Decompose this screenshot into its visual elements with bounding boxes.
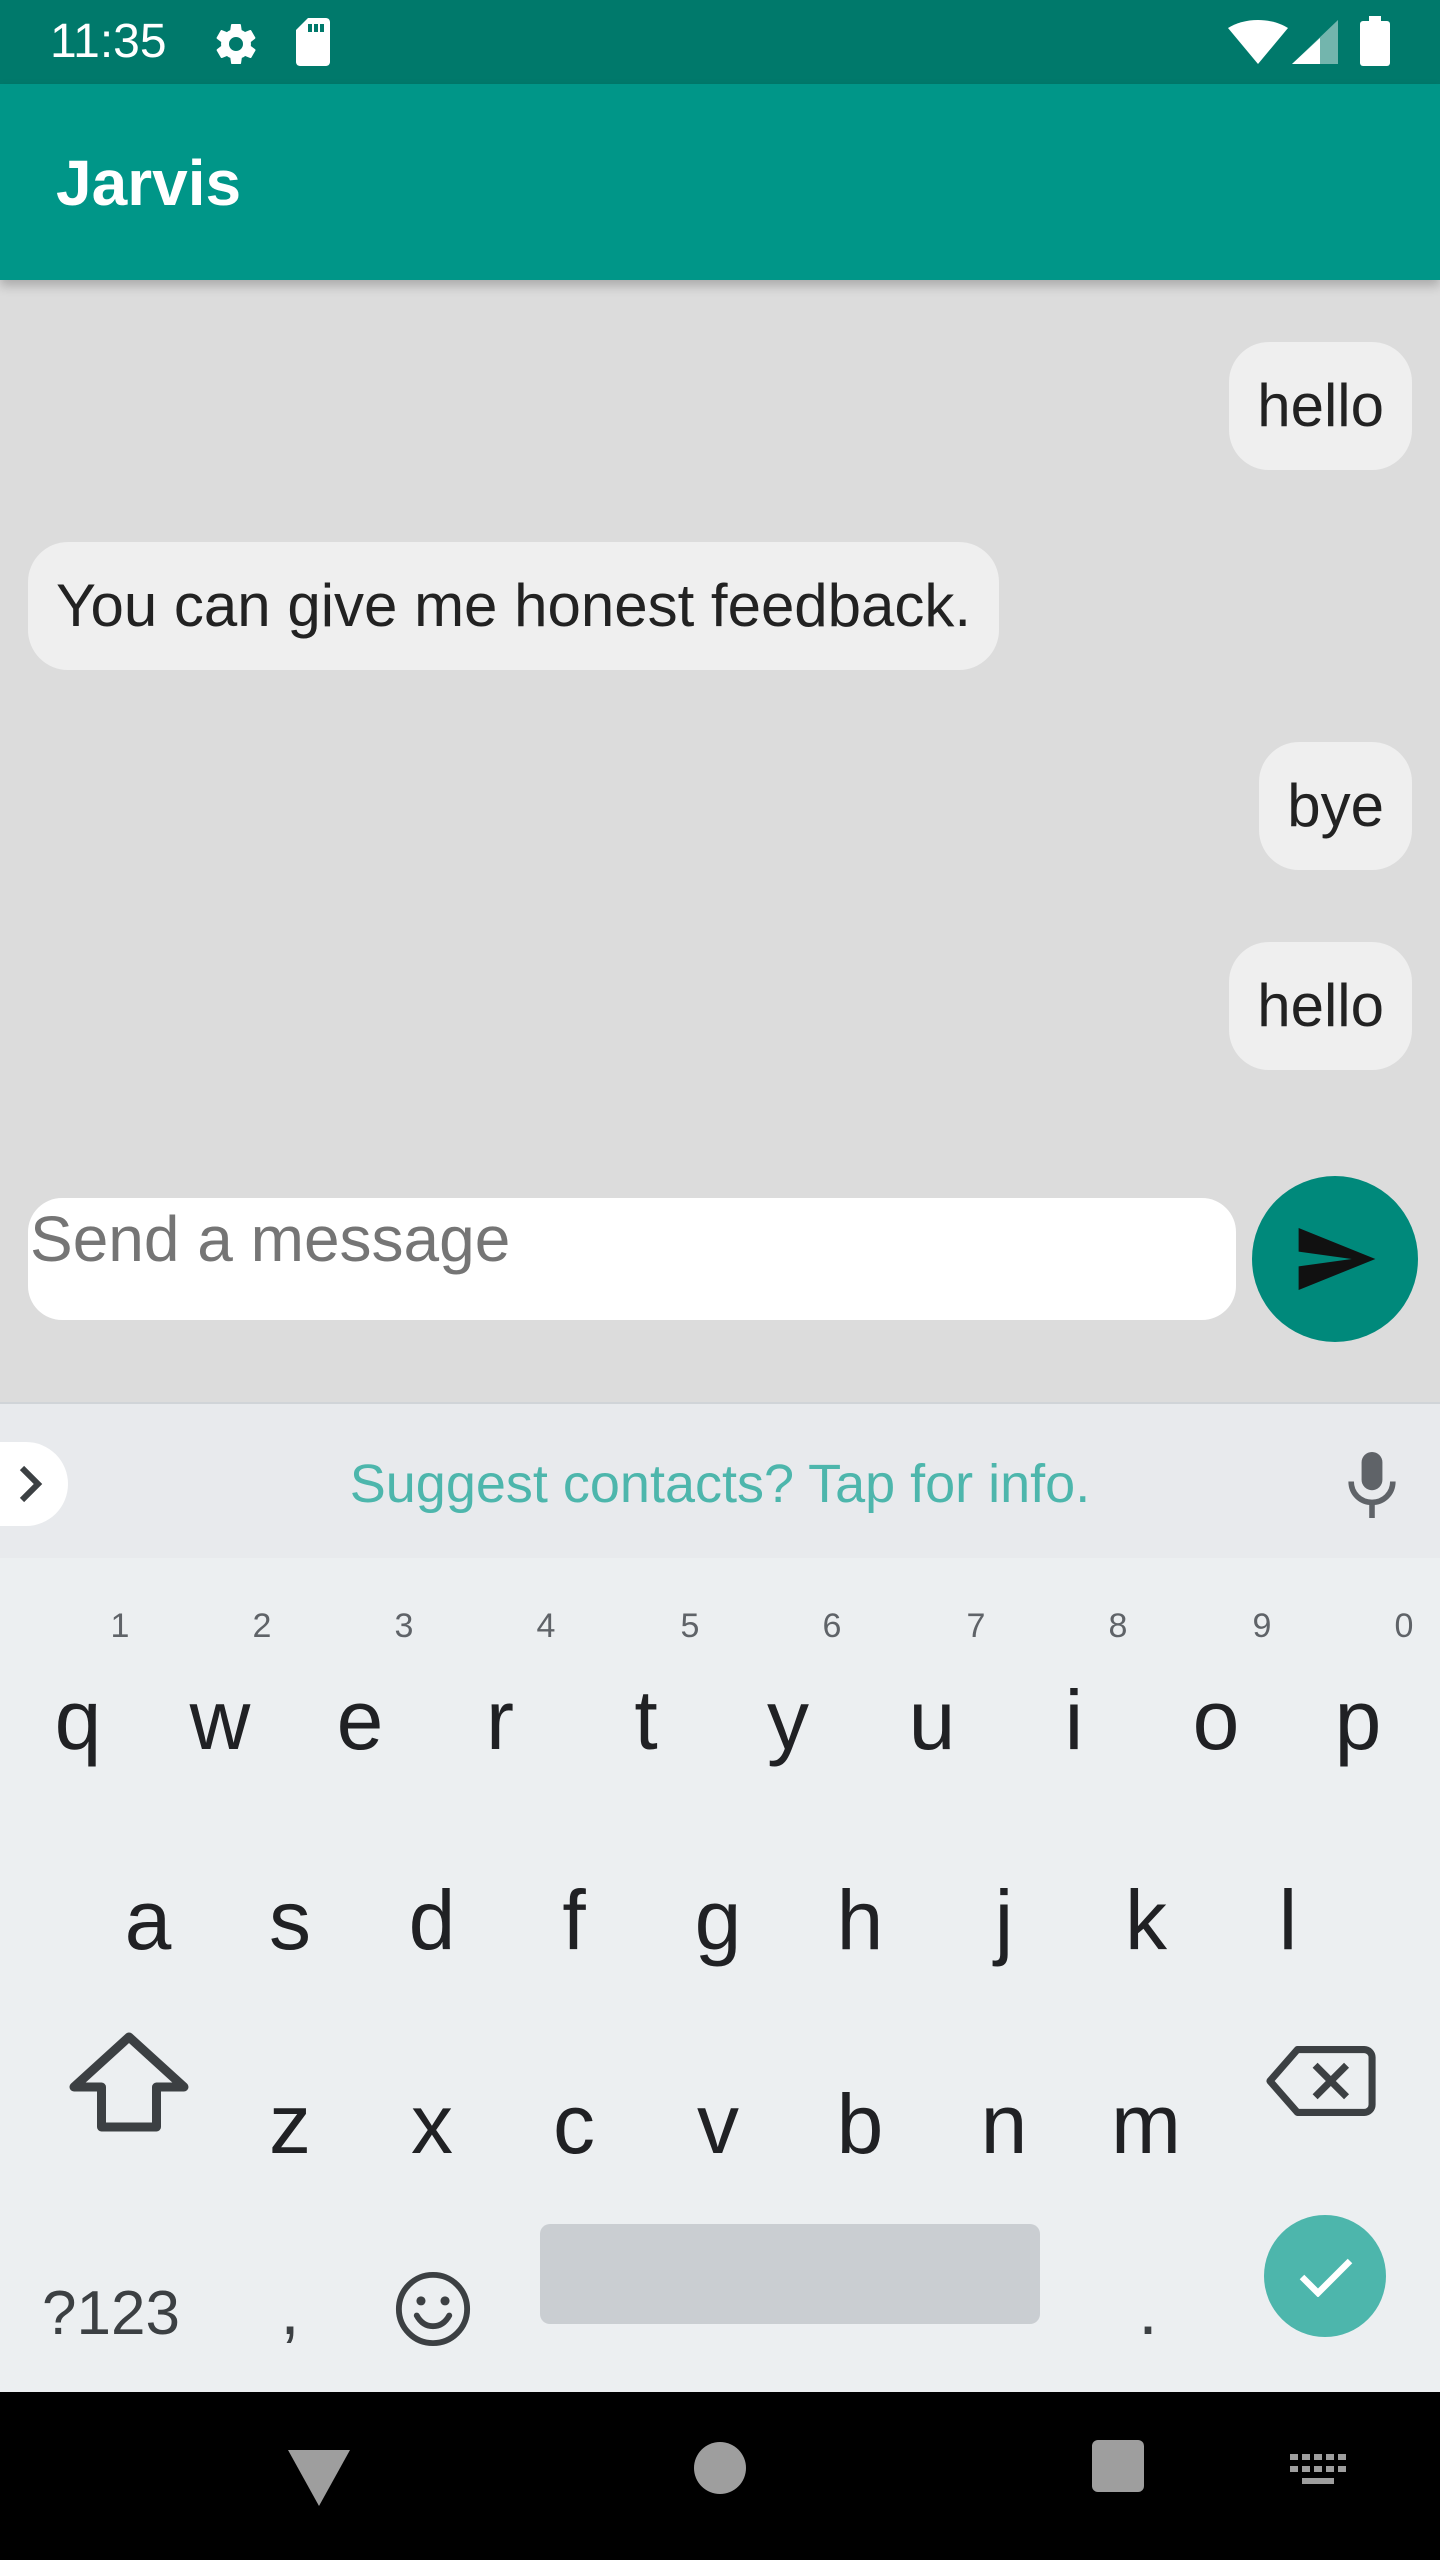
message-input-container [28,1178,1236,1320]
recents-icon[interactable] [1092,2440,1144,2492]
send-icon [1298,1228,1376,1290]
key-hint: 2 [252,1607,272,1645]
key-hint: 9 [1252,1607,1272,1645]
symbols-key[interactable]: ?123 [26,2264,196,2364]
key-u[interactable]: u [882,1670,982,1770]
key-hint: 3 [394,1607,414,1645]
navigation-bar [0,2392,1440,2560]
key-g[interactable]: g [668,1870,768,1970]
sd-card-icon [296,18,330,66]
message-bubble-bot: You can give me honest feedback. [28,542,1000,670]
mic-icon[interactable] [1346,1452,1398,1518]
message-input[interactable] [28,1178,1236,1300]
key-hint: 8 [1108,1607,1128,1645]
send-button[interactable] [1252,1176,1418,1342]
key-q[interactable]: q [28,1670,128,1770]
key-v[interactable]: v [668,2074,768,2174]
key-d[interactable]: d [382,1870,482,1970]
key-p[interactable]: p [1308,1670,1408,1770]
message-bubble-user: hello [1229,942,1412,1070]
key-hint: 7 [966,1607,986,1645]
key-hint: 5 [680,1607,700,1645]
key-s[interactable]: s [240,1870,340,1970]
key-z[interactable]: z [240,2074,340,2174]
key-o[interactable]: o [1166,1670,1266,1770]
cell-signal-icon [1292,20,1338,64]
suggestion-strip: Suggest contacts? Tap for info. [0,1402,1440,1558]
suggestion-text[interactable]: Suggest contacts? Tap for info. [0,1404,1440,1560]
key-b[interactable]: b [810,2074,910,2174]
key-e[interactable]: e [310,1670,410,1770]
checkmark-icon [1299,2258,1353,2297]
key-hint: 6 [822,1607,842,1645]
space-key[interactable] [540,2224,1040,2324]
key-t[interactable]: t [596,1670,696,1770]
key-f[interactable]: f [524,1870,624,1970]
period-key[interactable]: . [1098,2260,1198,2360]
key-n[interactable]: n [954,2074,1054,2174]
key-hint: 0 [1394,1607,1414,1645]
home-icon[interactable] [694,2442,746,2494]
key-j[interactable]: j [954,1870,1054,1970]
back-icon[interactable] [288,2450,350,2506]
key-h[interactable]: h [810,1870,910,1970]
app-bar: Jarvis [0,84,1440,280]
key-x[interactable]: x [382,2074,482,2174]
key-y[interactable]: y [738,1670,838,1770]
gear-icon [216,24,256,65]
key-hint: 1 [110,1607,130,1645]
key-l[interactable]: l [1238,1870,1338,1970]
chevron-right-icon [19,1465,43,1503]
message-bubble-user: bye [1259,742,1412,870]
emoji-icon[interactable] [394,2270,472,2348]
status-time: 11:35 [50,15,167,68]
key-w[interactable]: w [170,1670,270,1770]
enter-button[interactable] [1264,2215,1386,2337]
key-k[interactable]: k [1096,1870,1196,1970]
key-r[interactable]: r [450,1670,550,1770]
shift-icon[interactable] [64,2032,194,2132]
backspace-icon[interactable] [1266,2036,1376,2126]
message-bubble-user: hello [1229,342,1412,470]
key-a[interactable]: a [98,1870,198,1970]
wifi-icon [1228,20,1288,64]
key-c[interactable]: c [524,2074,624,2174]
battery-icon [1360,16,1390,66]
comma-key[interactable]: , [240,2260,340,2360]
key-m[interactable]: m [1096,2074,1196,2174]
app-title: Jarvis [56,147,242,219]
keyboard-switch-icon[interactable] [1290,2454,1348,2488]
key-hint: 4 [536,1607,556,1645]
status-bar: 11:35 [0,0,1440,84]
key-i[interactable]: i [1024,1670,1124,1770]
keyboard: Suggest contacts? Tap for info. q 1 w 2 … [0,1402,1440,2392]
